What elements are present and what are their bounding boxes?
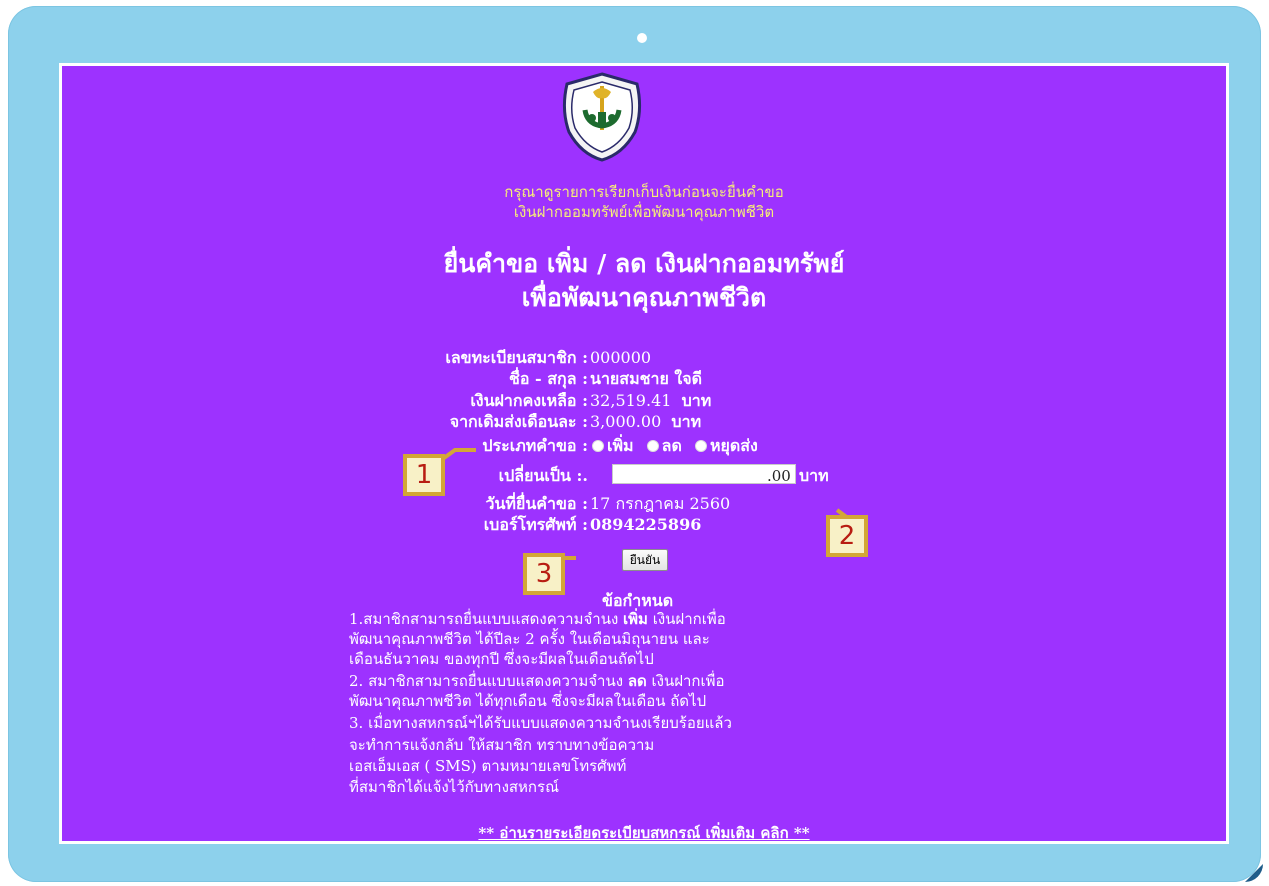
frame-corner bbox=[1245, 864, 1263, 882]
callout-3: 3 bbox=[523, 553, 565, 595]
screen: กรุณาดูรายการเรียกเก็บเงินก่อนจะยื่นคำขอ… bbox=[59, 63, 1229, 844]
callout-2: 2 bbox=[826, 515, 868, 557]
callout-leaders bbox=[442, 448, 863, 567]
tablet-frame: กรุณาดูรายการเรียกเก็บเงินก่อนจะยื่นคำขอ… bbox=[8, 6, 1263, 882]
page-content: กรุณาดูรายการเรียกเก็บเงินก่อนจะยื่นคำขอ… bbox=[62, 66, 1226, 842]
leader-1 bbox=[442, 448, 476, 460]
callout-1: 1 bbox=[403, 454, 445, 496]
camera-dot bbox=[637, 33, 647, 43]
